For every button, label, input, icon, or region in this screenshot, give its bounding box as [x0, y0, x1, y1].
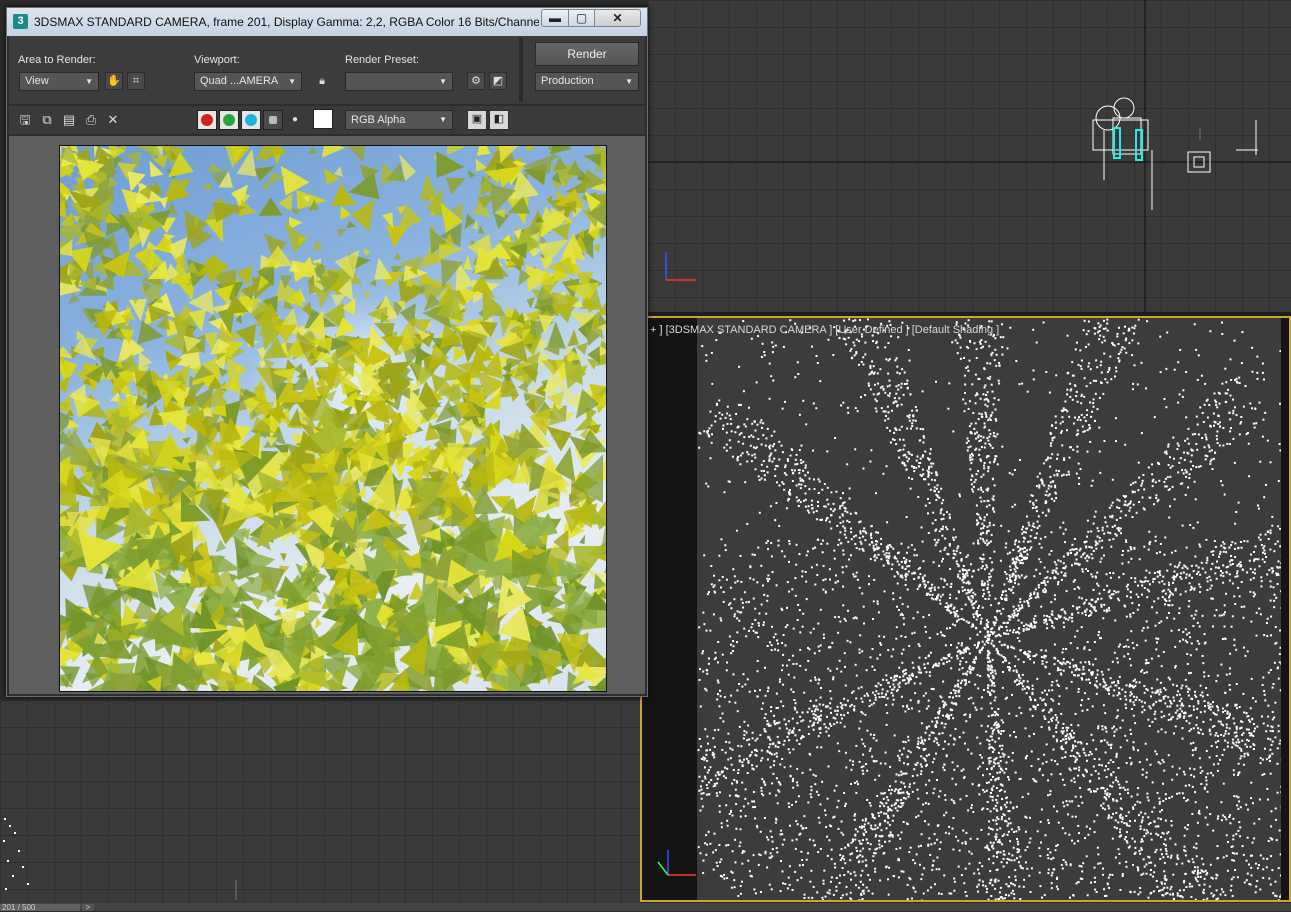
production-value: Production	[541, 75, 594, 87]
viewport-camera[interactable]: + ] [3DSMAX STANDARD CAMERA ] [User Defi…	[640, 316, 1291, 902]
viewport-top-right[interactable]	[648, 0, 1291, 312]
color-swatch[interactable]	[313, 109, 333, 129]
production-dropdown[interactable]: Production ▼	[535, 72, 639, 91]
history-icon[interactable]: ◧	[489, 110, 509, 130]
render-frame-window[interactable]: 3 3DSMAX STANDARD CAMERA, frame 201, Dis…	[6, 7, 648, 697]
safe-frame	[697, 318, 1281, 902]
red-channel-toggle[interactable]	[197, 110, 217, 130]
chevron-down-icon: ▼	[85, 73, 93, 90]
lock-icon[interactable]: 🔒︎	[313, 72, 331, 90]
render-button[interactable]: Render	[535, 42, 639, 66]
particle-cloud	[697, 318, 1281, 902]
axis-tripod	[666, 252, 696, 280]
render-preset-label: Render Preset:	[345, 54, 419, 66]
render-preset-dropdown[interactable]: ▼	[345, 72, 453, 91]
clone-window-icon[interactable]: ▤	[61, 112, 77, 128]
timeline-frame-counter[interactable]: 201 / 500	[0, 904, 80, 911]
viewport-value: Quad ...AMERA	[200, 75, 278, 87]
chevron-down-icon: ▼	[625, 73, 633, 90]
print-icon[interactable]: ⎙	[83, 112, 99, 128]
render-setup-icon[interactable]: ⚙	[467, 72, 485, 90]
viewport-label[interactable]: + ] [3DSMAX STANDARD CAMERA ] [User Defi…	[650, 324, 999, 336]
hand-pan-icon[interactable]: ✋	[105, 72, 123, 90]
chevron-down-icon: ▼	[439, 73, 447, 90]
alpha-channel-toggle[interactable]	[263, 110, 283, 130]
leaf-render	[60, 146, 606, 691]
green-channel-dot	[223, 114, 235, 126]
minimize-button[interactable]: ▬	[541, 9, 569, 27]
alpha-channel-icon	[269, 116, 277, 124]
auto-region-icon[interactable]: ⌗	[127, 72, 145, 90]
channel-display-value: RGB Alpha	[351, 114, 405, 126]
status-strip	[0, 903, 1291, 911]
render-canvas-area	[9, 136, 645, 694]
display-toggle-icon[interactable]: ▣	[467, 110, 487, 130]
viewport-label-text: Viewport:	[194, 54, 240, 66]
title-bar[interactable]: 3 3DSMAX STANDARD CAMERA, frame 201, Dis…	[7, 8, 647, 36]
red-channel-dot	[201, 114, 213, 126]
area-to-render-value: View	[25, 75, 49, 87]
environment-effects-icon[interactable]: ◩	[489, 72, 507, 90]
window-title: 3DSMAX STANDARD CAMERA, frame 201, Displ…	[34, 15, 539, 29]
blue-channel-dot	[245, 114, 257, 126]
green-channel-toggle[interactable]	[219, 110, 239, 130]
rendered-image	[59, 145, 607, 692]
scene-gizmos-drawing	[648, 0, 1291, 312]
scene-particles-left	[0, 700, 640, 905]
app-logo-icon: 3	[13, 14, 28, 29]
viewport-dropdown[interactable]: Quad ...AMERA ▼	[194, 72, 302, 91]
axis-tripod-icon	[648, 840, 708, 880]
area-to-render-label: Area to Render:	[18, 54, 96, 66]
viewport-bottom-left[interactable]	[0, 700, 640, 905]
close-button[interactable]: ✕	[594, 9, 641, 27]
timeline-next-button[interactable]: >	[82, 904, 94, 911]
monochrome-icon[interactable]: ●	[287, 112, 303, 128]
chevron-down-icon: ▼	[288, 73, 296, 90]
clear-icon[interactable]: ✕	[105, 112, 121, 128]
toolbar-divider	[519, 38, 523, 102]
save-image-icon[interactable]: 🖫	[17, 112, 33, 128]
maximize-button[interactable]: ▢	[568, 9, 595, 27]
blue-channel-toggle[interactable]	[241, 110, 261, 130]
copy-image-icon[interactable]: ⧉	[39, 112, 55, 128]
image-toolbar: 🖫 ⧉ ▤ ⎙ ✕ ● RGB Alpha ▼ ▣ ◧	[9, 106, 645, 134]
channel-display-dropdown[interactable]: RGB Alpha ▼	[345, 110, 453, 130]
render-settings-toolbar: Area to Render: View ▼ ✋ ⌗ Viewport: Quad…	[9, 36, 645, 104]
area-to-render-dropdown[interactable]: View ▼	[19, 72, 99, 91]
chevron-down-icon: ▼	[439, 111, 447, 129]
